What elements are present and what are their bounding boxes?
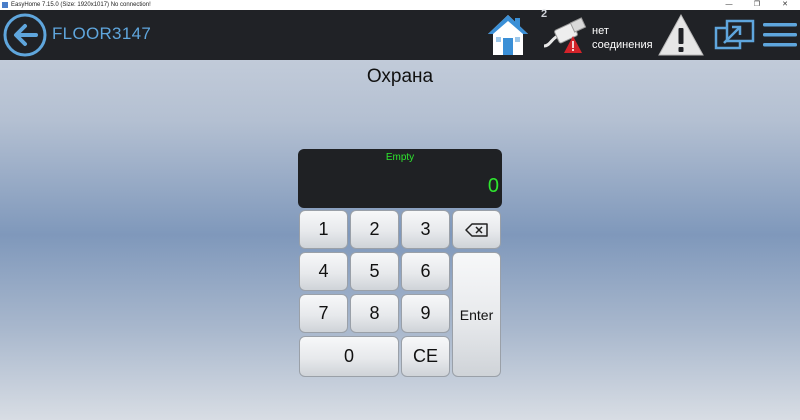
clear-entry-button[interactable]: CE: [401, 336, 450, 377]
network-status-button[interactable]: [542, 16, 590, 56]
network-status-text: нет соединения: [592, 24, 653, 52]
key-4[interactable]: 4: [299, 252, 348, 291]
network-cable-icon: [543, 17, 587, 53]
key-6[interactable]: 6: [401, 252, 450, 291]
key-2[interactable]: 2: [350, 210, 399, 249]
hamburger-menu-icon: [763, 23, 797, 47]
back-arrow-icon: [3, 13, 47, 57]
alarm-button[interactable]: [658, 13, 704, 57]
network-status-line2: соединения: [592, 39, 653, 51]
network-status-line1: нет: [592, 25, 609, 37]
key-3[interactable]: 3: [401, 210, 450, 249]
enter-button[interactable]: Enter: [452, 252, 501, 377]
site-name: FLOOR3147: [52, 24, 152, 43]
page-title: Охрана: [366, 66, 434, 87]
minimize-button[interactable]: —: [716, 0, 742, 10]
key-9[interactable]: 9: [401, 294, 450, 333]
display-value: 0: [487, 175, 499, 197]
key-5[interactable]: 5: [350, 252, 399, 291]
window-titlebar: EasyHome 7.15.0 (Size: 1920x1017) No con…: [0, 0, 800, 10]
backspace-button[interactable]: [452, 210, 501, 249]
key-1[interactable]: 1: [299, 210, 348, 249]
menu-button[interactable]: [762, 20, 798, 50]
window-mode-button[interactable]: [714, 19, 756, 51]
backspace-icon: [464, 222, 488, 237]
home-button[interactable]: [486, 12, 530, 58]
back-button[interactable]: [3, 13, 47, 57]
key-0[interactable]: 0: [299, 336, 399, 377]
app-header: FLOOR3147 2 нет соединения: [0, 8, 800, 60]
external-window-icon: [714, 19, 755, 50]
maximize-button[interactable]: ❐: [744, 0, 770, 10]
warning-icon: [658, 13, 704, 56]
home-icon: [488, 15, 528, 55]
keypad-display: Empty 0: [298, 149, 502, 208]
display-label: Empty: [385, 152, 415, 163]
app-icon: [2, 2, 8, 8]
close-button[interactable]: ✕: [772, 0, 798, 10]
key-7[interactable]: 7: [299, 294, 348, 333]
window-title: EasyHome 7.15.0 (Size: 1920x1017) No con…: [11, 2, 151, 8]
key-8[interactable]: 8: [350, 294, 399, 333]
